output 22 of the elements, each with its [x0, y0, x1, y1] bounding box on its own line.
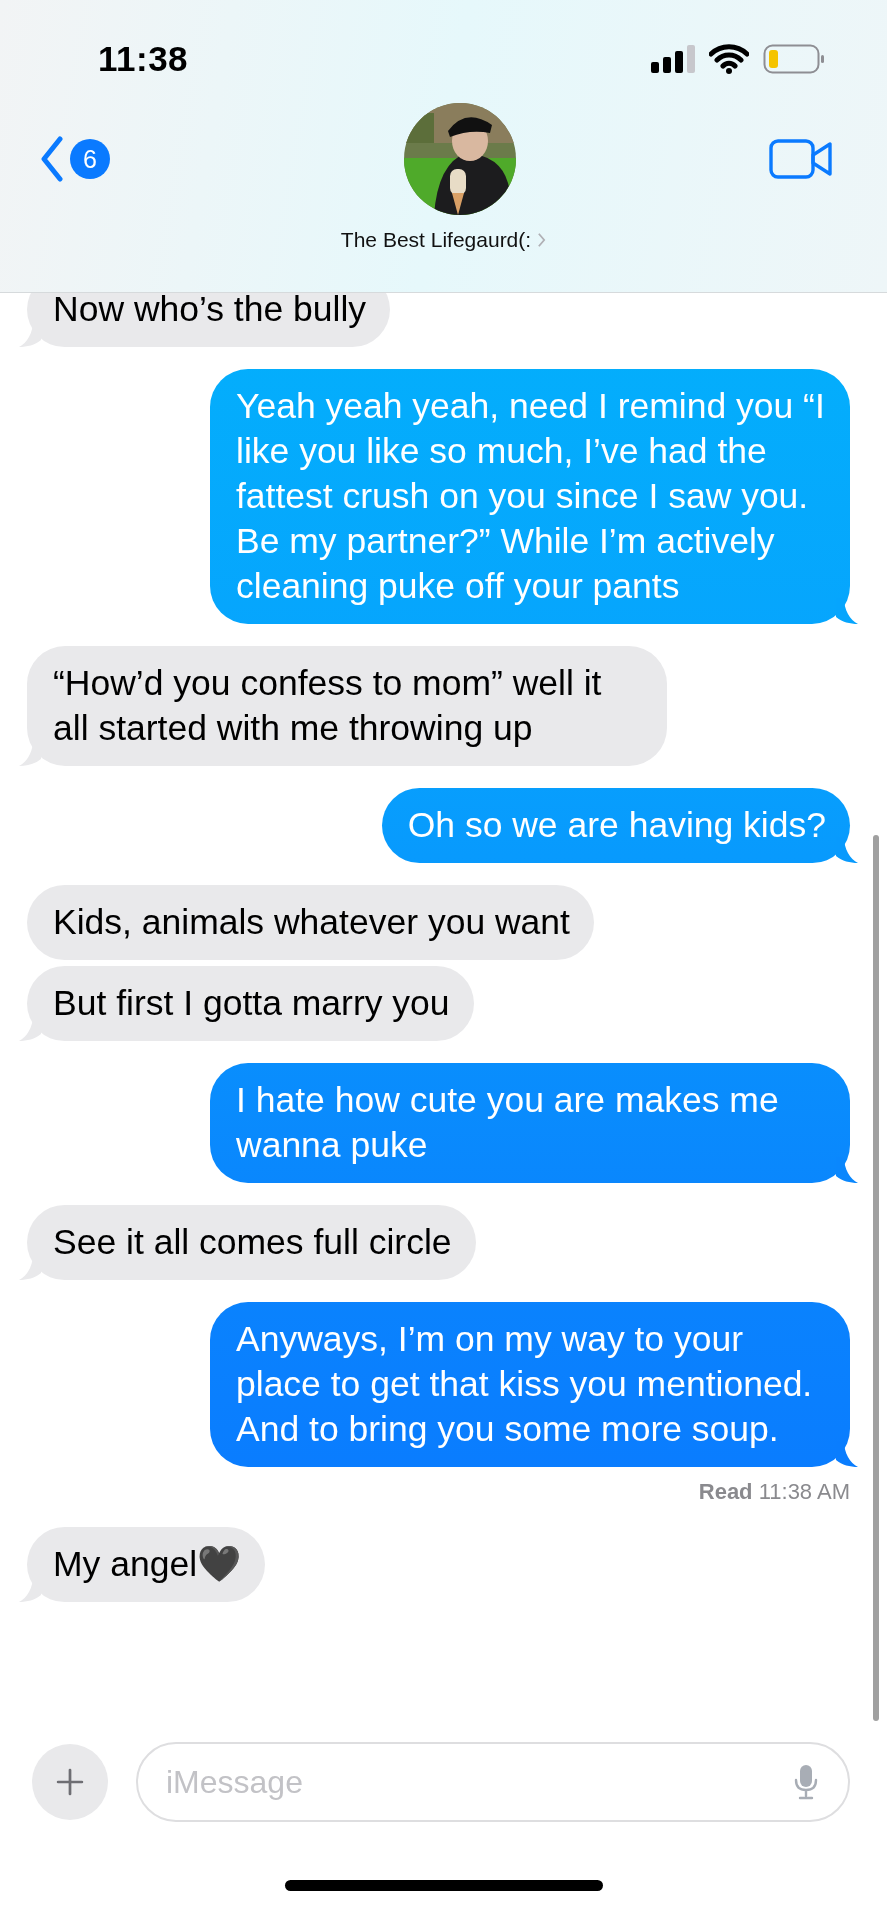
microphone-icon[interactable] [794, 1764, 818, 1800]
video-call-icon[interactable] [769, 138, 833, 180]
message-bubble: See it all comes full circle [27, 1205, 476, 1280]
message-bubble: I hate how cute you are makes me wanna puke [210, 1063, 850, 1183]
read-receipt: Read 11:38 AM [698, 1479, 850, 1505]
message-bubble: Kids, animals whatever you want [27, 885, 594, 960]
battery-icon [763, 44, 825, 74]
message-bubble: Oh so we are having kids? [381, 788, 850, 863]
unread-badge: 6 [70, 139, 110, 179]
back-chevron-icon [40, 136, 64, 182]
message-field[interactable]: iMessage [136, 1742, 850, 1822]
chevron-icon [537, 232, 547, 248]
contact-name[interactable]: The Best Lifegaurd(: [340, 228, 547, 252]
message-bubble: But first I gotta marry you [27, 966, 474, 1041]
message-bubble: “How’d you confess to mom” well it all started with me throwing up [27, 646, 667, 766]
message-bubble: Yeah yeah yeah, need I remind you “I like you like so much, I’ve had the fattest crush on you since I saw you. Be my partner?” While I’m actively cleaning puke off your pants [210, 369, 850, 624]
signal-icon [651, 45, 695, 73]
back-button[interactable]: 6 [40, 136, 110, 182]
wifi-icon [709, 44, 749, 74]
message-bubble: My angel🖤 [27, 1527, 266, 1602]
status-time: 11:38 [98, 39, 189, 79]
message-bubble: Anyways, I’m on my way to your place to get that kiss you mentioned. And to bring you some more soup. [210, 1302, 850, 1467]
